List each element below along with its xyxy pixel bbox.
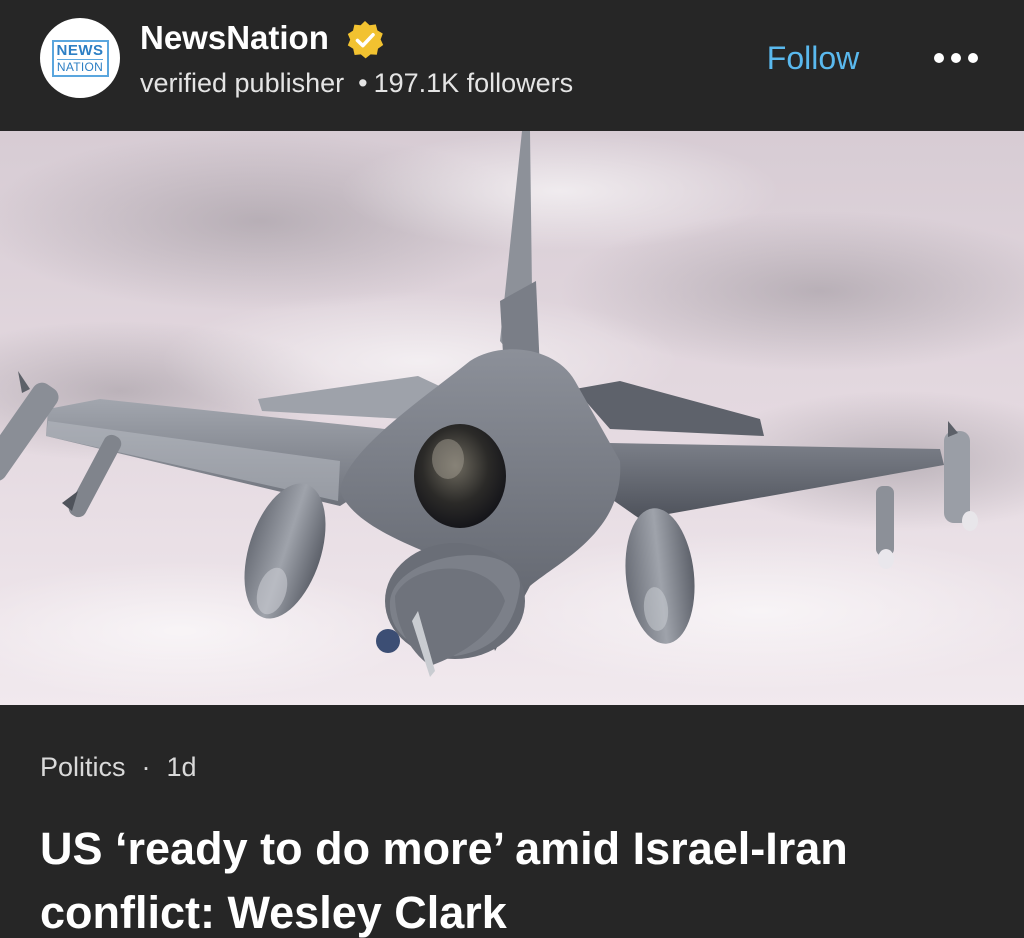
logo-mark: NEWS NATION <box>51 39 109 77</box>
logo-text-top: NEWS <box>56 41 104 59</box>
article-headline[interactable]: US ‘ready to do more’ amid Israel-Iran c… <box>40 817 1000 938</box>
dot <box>951 53 961 63</box>
article-meta: Politics · 1d <box>40 749 197 785</box>
dot <box>968 53 978 63</box>
publisher-name[interactable]: NewsNation <box>140 18 329 58</box>
article-content[interactable]: Politics · 1d US ‘ready to do more’ amid I… <box>0 705 1024 938</box>
publisher-logo[interactable]: NEWS NATION <box>40 18 120 98</box>
meta-separator: • <box>358 68 368 98</box>
follow-button[interactable]: Follow <box>740 36 886 80</box>
article-card: NEWS NATION NewsNation verified publishe… <box>0 0 1024 938</box>
dot <box>934 53 944 63</box>
article-category[interactable]: Politics <box>40 752 126 782</box>
fighter-jet-photo <box>0 131 1024 705</box>
article-image[interactable] <box>0 131 1024 705</box>
meta-separator: · <box>141 752 151 782</box>
verified-badge-icon <box>347 21 384 59</box>
more-options-icon[interactable] <box>922 38 990 78</box>
logo-text-bottom: NATION <box>56 58 104 74</box>
article-age: 1d <box>166 752 197 782</box>
publisher-header: NEWS NATION NewsNation verified publishe… <box>0 0 1024 131</box>
publisher-label: verified publisher <box>140 68 345 98</box>
follower-count: 197.1K followers <box>373 68 574 98</box>
publisher-meta: verified publisher • 197.1K followers <box>140 64 573 102</box>
